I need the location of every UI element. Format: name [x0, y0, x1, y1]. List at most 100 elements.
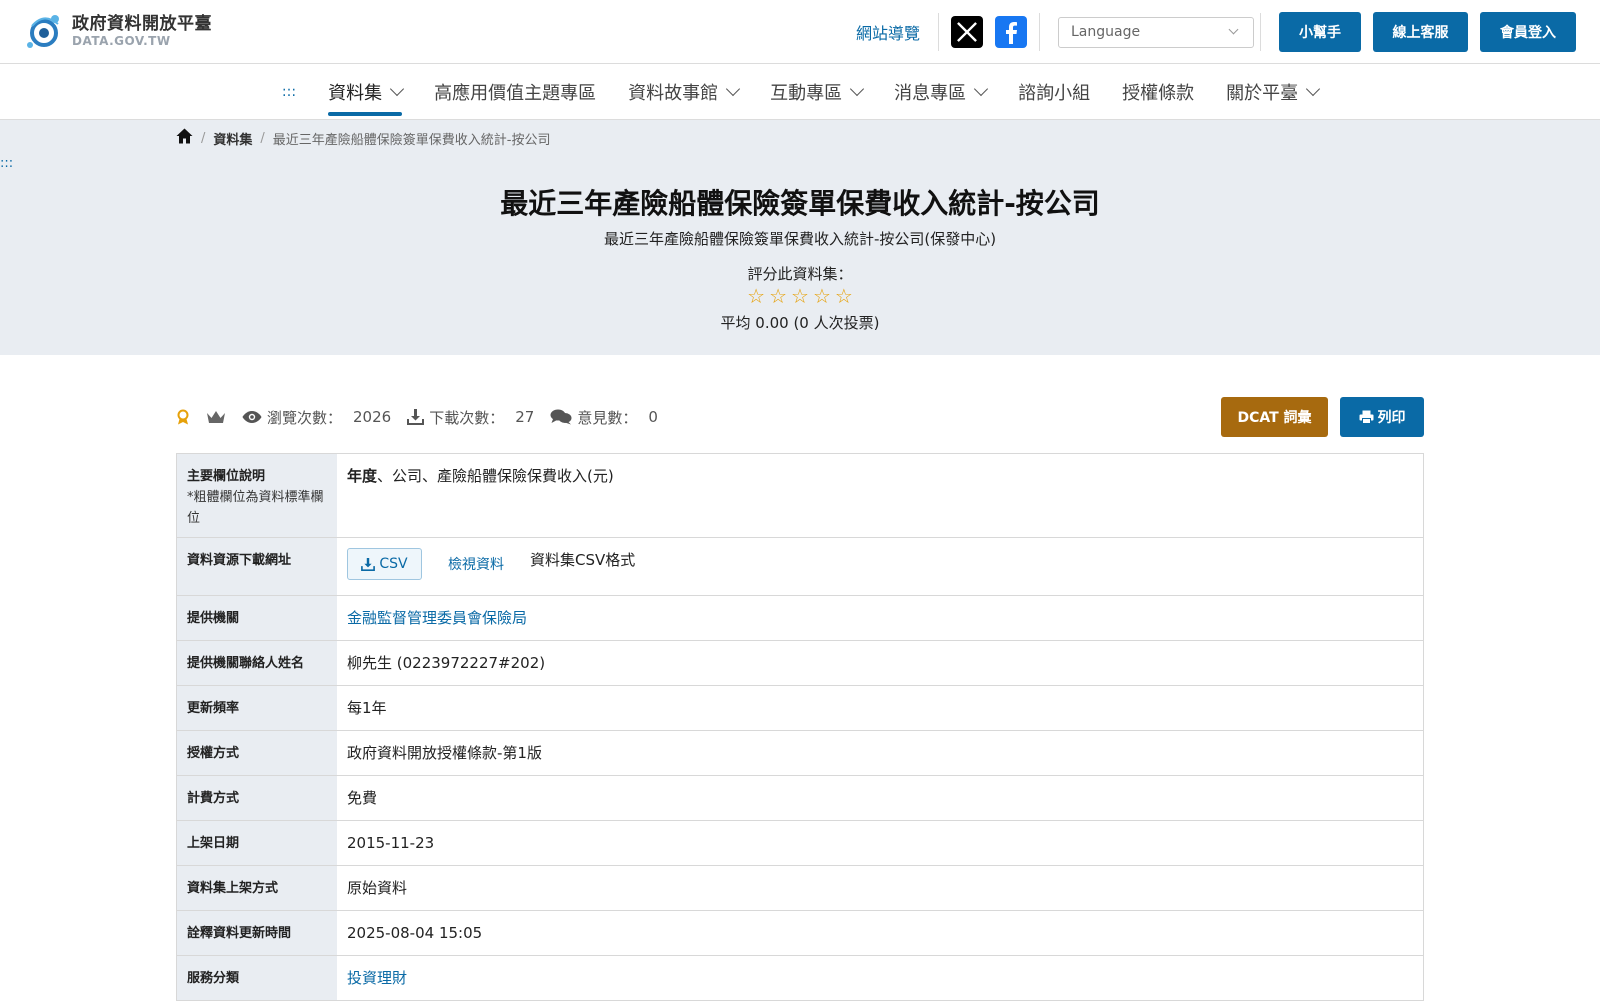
table-row: 服務分類 投資理財	[177, 956, 1423, 1001]
downloads-label: 下載次數：	[429, 408, 505, 427]
page-subtitle: 最近三年產險船體保險簽單保費收入統計-按公司(保發中心)	[603, 230, 997, 248]
online-service-button[interactable]: 線上客服	[1373, 12, 1468, 52]
row-value: 金融監督管理委員會保險局	[337, 596, 1423, 640]
nav-item-label: 諮詢小組	[1018, 82, 1091, 104]
star-icon[interactable]: ☆	[835, 286, 853, 306]
views-stat: 瀏覽次數： 2026	[242, 407, 391, 428]
dataset-info-table: 主要欄位說明 *粗體欄位為資料標準欄位 年度 、公司、產險船體保險保費收入(元) …	[176, 453, 1424, 1001]
download-icon	[361, 557, 376, 571]
dcat-button[interactable]: DCAT 詞彙	[1221, 397, 1328, 437]
home-icon[interactable]	[176, 128, 193, 148]
sitemap-link[interactable]: 網站導覽	[844, 20, 932, 44]
view-data-link[interactable]: 檢視資料	[448, 555, 504, 575]
breadcrumb-current: 最近三年產險船體保險簽單保費收入統計-按公司	[272, 132, 551, 148]
comments-label: 意見數：	[577, 408, 638, 427]
facebook-icon[interactable]	[995, 16, 1027, 48]
main-nav: ::: 資料集 高應用價值主題專區 資料故事館 互動專區 消息專區 諮詢小組 授…	[0, 64, 1600, 120]
crown-icon	[206, 409, 226, 425]
divider	[1260, 13, 1261, 51]
x-twitter-icon[interactable]	[951, 16, 983, 48]
table-row: 提供機關聯絡人姓名 柳先生 (0223972227#202)	[177, 641, 1423, 686]
frequency-value: 每1年	[347, 699, 387, 717]
nav-item-label: 資料故事館	[628, 82, 719, 104]
star-icon[interactable]: ☆	[791, 286, 809, 306]
print-button[interactable]: 列印	[1340, 397, 1424, 437]
views-label: 瀏覽次數：	[267, 408, 343, 427]
resource-description: 資料集CSV格式	[530, 551, 636, 569]
breadcrumb-separator: /	[201, 130, 206, 146]
fields-header: 主要欄位說明	[187, 469, 266, 484]
star-icon[interactable]: ☆	[813, 286, 831, 306]
fee-value: 免費	[347, 789, 378, 807]
language-select-value: Language	[1071, 24, 1141, 40]
nav-item-label: 高應用價值主題專區	[434, 82, 597, 104]
views-count: 2026	[353, 408, 392, 426]
star-icon[interactable]: ☆	[769, 286, 787, 306]
table-row: 計費方式 免費	[177, 776, 1423, 821]
chevron-down-icon	[1306, 81, 1321, 97]
comments-icon	[550, 409, 572, 425]
breadcrumb: / 資料集 / 最近三年產險船體保險簽單保費收入統計-按公司	[176, 128, 551, 148]
metadata-updated-value: 2025-08-04 15:05	[347, 924, 483, 942]
publish-method-value: 原始資料	[347, 879, 408, 897]
row-header: 上架日期	[177, 821, 337, 865]
help-button[interactable]: 小幫手	[1279, 12, 1361, 52]
category-link[interactable]: 投資理財	[347, 968, 407, 988]
table-row: 主要欄位說明 *粗體欄位為資料標準欄位 年度 、公司、產險船體保險保費收入(元)	[177, 454, 1423, 538]
field-list: 、公司、產險船體保險保費收入(元)	[377, 467, 614, 485]
star-icon[interactable]: ☆	[747, 286, 765, 306]
standard-field-name: 年度	[347, 467, 378, 485]
site-header: 政府資料開放平臺 DATA.GOV.TW 網站導覽 Language 小幫手 線…	[0, 0, 1600, 64]
table-row: 資料資源下載網址 CSV 檢視資料 資料集CSV格式	[177, 538, 1423, 596]
downloads-stat: 下載次數： 27	[407, 407, 534, 428]
row-header: 提供機關	[177, 596, 337, 640]
chevron-down-icon	[1228, 24, 1239, 35]
nav-item-label: 消息專區	[894, 82, 967, 104]
nav-item-advisory[interactable]: 諮詢小組	[1002, 64, 1106, 120]
row-value: CSV 檢視資料 資料集CSV格式	[337, 538, 1423, 595]
language-select[interactable]: Language	[1058, 16, 1254, 48]
table-row: 授權方式 政府資料開放授權條款-第1版	[177, 731, 1423, 776]
dataset-stats: 瀏覽次數： 2026 下載次數： 27 意見數： 0 DCAT 詞彙 列印	[176, 397, 1424, 437]
nav-accesskey[interactable]: :::	[266, 84, 312, 100]
publish-date-value: 2015-11-23	[347, 834, 435, 852]
row-header: 詮釋資料更新時間	[177, 911, 337, 955]
chevron-down-icon	[974, 81, 989, 97]
login-button[interactable]: 會員登入	[1480, 12, 1576, 52]
logo-title: 政府資料開放平臺	[72, 14, 212, 34]
row-header: 更新頻率	[177, 686, 337, 730]
table-row: 詮釋資料更新時間 2025-08-04 15:05	[177, 911, 1423, 956]
page-title: 最近三年產險船體保險簽單保費收入統計-按公司	[500, 187, 1100, 220]
logo-icon	[27, 15, 59, 48]
row-header: 資料集上架方式	[177, 866, 337, 910]
chevron-down-icon	[850, 81, 865, 97]
nav-item-label: 授權條款	[1122, 82, 1195, 104]
nav-item-high-value[interactable]: 高應用價值主題專區	[418, 64, 612, 120]
contact-value: 柳先生 (0223972227#202)	[347, 654, 546, 672]
csv-download-button[interactable]: CSV	[347, 548, 422, 580]
nav-item-news[interactable]: 消息專區	[878, 64, 1002, 120]
nav-item-license[interactable]: 授權條款	[1106, 64, 1210, 120]
comments-count: 0	[648, 408, 658, 426]
row-header: 提供機關聯絡人姓名	[177, 641, 337, 685]
nav-item-datasets[interactable]: 資料集	[312, 64, 418, 120]
dataset-hero: / 資料集 / 最近三年產險船體保險簽單保費收入統計-按公司 ::: 最近三年產…	[0, 120, 1600, 355]
nav-item-interactive[interactable]: 互動專區	[754, 64, 878, 120]
nav-item-label: 關於平臺	[1226, 82, 1299, 104]
rating-label: 評分此資料集：	[747, 265, 853, 283]
table-row: 上架日期 2015-11-23	[177, 821, 1423, 866]
content-accesskey[interactable]: :::	[0, 156, 13, 171]
provider-link[interactable]: 金融監督管理委員會保險局	[347, 608, 527, 628]
nav-item-stories[interactable]: 資料故事館	[612, 64, 754, 120]
eye-icon	[242, 411, 262, 423]
csv-label: CSV	[379, 556, 408, 572]
breadcrumb-separator: /	[260, 130, 265, 146]
comments-stat: 意見數： 0	[550, 407, 658, 428]
breadcrumb-datasets[interactable]: 資料集	[213, 129, 252, 148]
license-value: 政府資料開放授權條款-第1版	[347, 744, 542, 762]
nav-item-label: 互動專區	[770, 82, 843, 104]
nav-item-about[interactable]: 關於平臺	[1210, 64, 1334, 120]
award-icon	[176, 409, 190, 425]
site-logo[interactable]: 政府資料開放平臺 DATA.GOV.TW	[24, 12, 212, 50]
chevron-down-icon	[390, 81, 405, 97]
